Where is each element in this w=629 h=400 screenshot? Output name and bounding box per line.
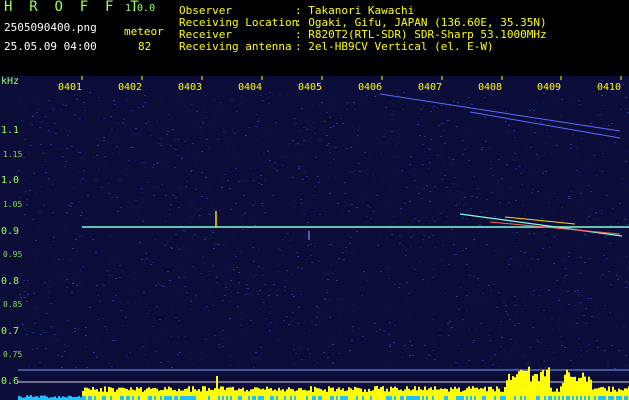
- x-tick-0402: 0402: [118, 82, 142, 93]
- y-minor-0.85: 0.85: [3, 300, 22, 309]
- x-tick-0409: 0409: [537, 82, 561, 93]
- info-label-antenna: Receiving antenna: [179, 40, 292, 53]
- meteor-count: 82: [138, 40, 152, 53]
- x-tick-0401: 0401: [58, 82, 82, 93]
- y-minor-1.15: 1.15: [3, 150, 22, 159]
- app-title: H R O F F T: [4, 0, 143, 15]
- x-tick-0403: 0403: [178, 82, 202, 93]
- x-tick-0404: 0404: [238, 82, 262, 93]
- y-tick-0.9: 0.9: [1, 226, 19, 237]
- x-tick-0408: 0408: [478, 82, 502, 93]
- y-minor-0.95: 0.95: [3, 250, 22, 259]
- x-tick-0410: 0410: [597, 82, 621, 93]
- y-tick-1.0: 1.0: [1, 175, 19, 186]
- mode-label: meteor: [124, 25, 164, 38]
- file-name: 2505090400.png: [4, 21, 97, 34]
- y-minor-0.75: 0.75: [3, 350, 22, 359]
- spectrogram-background: [0, 76, 629, 400]
- x-tick-0405: 0405: [298, 82, 322, 93]
- x-tick-0406: 0406: [358, 82, 382, 93]
- y-minor-1.05: 1.05: [3, 200, 22, 209]
- y-tick-0.7: 0.7: [1, 326, 19, 337]
- app-version: 1.0.0: [125, 3, 156, 14]
- spectrogram: kHz 0401 0402 0403 0404 0405 0406 0407 0…: [0, 76, 629, 400]
- x-tick-0407: 0407: [418, 82, 442, 93]
- date-time: 25.05.09 04:00: [4, 40, 97, 53]
- header-panel: H R O F F T 1.0.0 2505090400.png meteor …: [0, 0, 629, 76]
- y-tick-0.8: 0.8: [1, 276, 19, 287]
- info-value-antenna: : 2el-HB9CV Vertical (el. E-W): [295, 40, 494, 53]
- axis-unit-label: kHz: [1, 76, 19, 87]
- y-tick-1.1: 1.1: [1, 125, 19, 136]
- y-tick-0.6: 0.6: [1, 376, 19, 387]
